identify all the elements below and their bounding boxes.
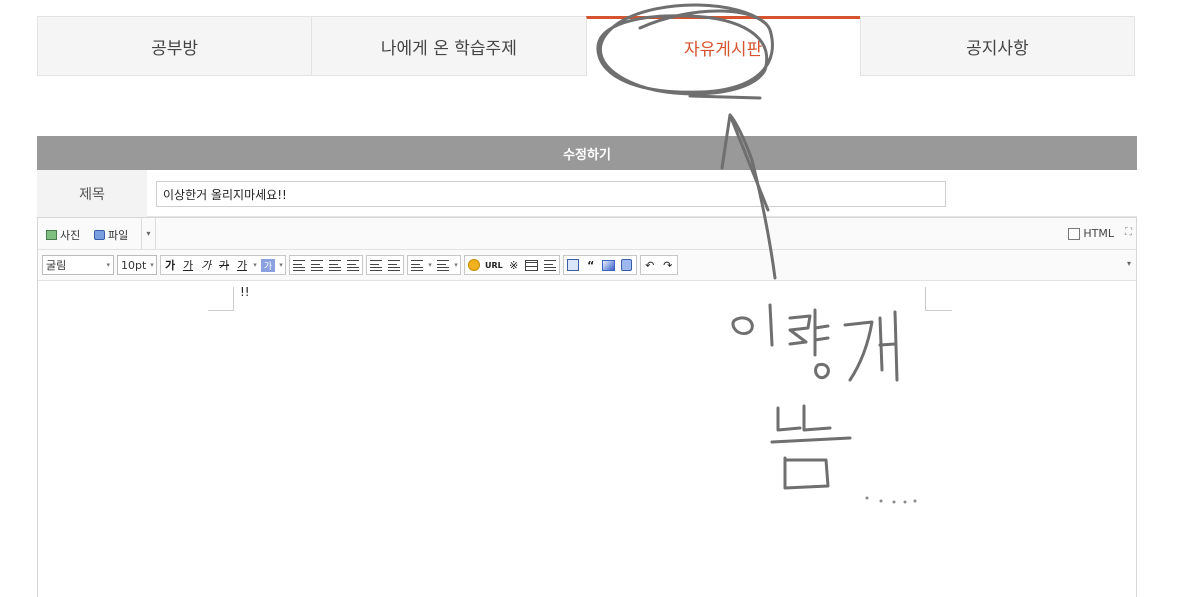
horizontal-rule-button[interactable]: [541, 256, 559, 274]
align-right-icon: [329, 259, 341, 271]
tab-free-board[interactable]: 자유게시판: [585, 16, 860, 76]
attach-toolbar: 사진 파일 ▾ HTML ⛶: [38, 218, 1136, 250]
template-button[interactable]: [618, 256, 636, 274]
html-mode-toggle[interactable]: HTML: [1068, 227, 1114, 240]
board-tabs: 공부방 나에게 온 학습주제 자유게시판 공지사항: [37, 16, 1135, 76]
text-box-icon: [566, 259, 579, 271]
indent-icon: [370, 259, 382, 271]
table-button[interactable]: [523, 256, 541, 274]
template-icon: [621, 259, 633, 271]
crop-mark-right: [925, 287, 952, 311]
background-button[interactable]: [600, 256, 618, 274]
attach-file-button[interactable]: 파일: [94, 227, 128, 243]
list-icon: [437, 259, 449, 271]
indent-button[interactable]: [367, 256, 385, 274]
font-family-value: 굴림: [46, 259, 67, 272]
font-color-button[interactable]: 가: [233, 256, 251, 274]
rich-text-editor: 사진 파일 ▾ HTML ⛶ 굴림 ▾ 10pt ▾ 가 가 가 가 가 ▾ 가 ▾: [37, 217, 1137, 597]
attach-photo-button[interactable]: 사진: [46, 227, 80, 243]
font-size-select[interactable]: 10pt ▾: [117, 255, 157, 275]
crop-mark-left: [208, 287, 234, 311]
horizontal-rule-icon: [543, 259, 556, 271]
outdent-icon: [388, 259, 400, 271]
font-size-value: 10pt: [121, 258, 147, 272]
attach-photo-label: 사진: [60, 229, 81, 242]
edit-header-label: 수정하기: [563, 147, 611, 163]
edit-header: 수정하기: [37, 136, 1137, 170]
insert-group: URL ※: [464, 255, 560, 275]
bg-color-dropdown[interactable]: ▾: [277, 261, 285, 269]
align-center-button[interactable]: [308, 256, 326, 274]
align-justify-icon: [347, 259, 359, 271]
align-center-icon: [311, 259, 323, 271]
misc-group: “: [562, 255, 637, 275]
attach-file-label: 파일: [108, 229, 129, 242]
background-icon: [602, 259, 616, 271]
align-right-button[interactable]: [326, 256, 344, 274]
expand-icon[interactable]: ⛶: [1125, 227, 1132, 238]
text-style-group: 가 가 가 가 가 ▾ 가 ▾: [160, 255, 286, 275]
html-label: HTML: [1083, 227, 1114, 240]
bg-color-icon: 가: [261, 258, 275, 272]
indent-group: [366, 255, 404, 275]
title-label: 제목: [37, 170, 147, 217]
toolbar-more-dropdown[interactable]: ▾: [1127, 259, 1131, 268]
title-row: 제목: [37, 170, 1137, 217]
strikethrough-button[interactable]: 가: [215, 256, 233, 274]
tab-study-room[interactable]: 공부방: [37, 16, 312, 76]
list-dropdown[interactable]: ▾: [452, 261, 460, 269]
bg-color-button[interactable]: 가: [259, 256, 277, 274]
title-input[interactable]: [156, 181, 946, 207]
text-box-button[interactable]: [564, 256, 582, 274]
bold-button[interactable]: 가: [161, 256, 179, 274]
line-height-button[interactable]: [408, 256, 426, 274]
align-justify-button[interactable]: [344, 256, 362, 274]
special-char-button[interactable]: ※: [505, 256, 523, 274]
outdent-button[interactable]: [385, 256, 403, 274]
editor-content-area[interactable]: !!: [38, 281, 1136, 597]
table-icon: [525, 259, 539, 271]
html-checkbox[interactable]: [1068, 227, 1081, 240]
line-height-dropdown[interactable]: ▾: [426, 261, 434, 269]
list-button[interactable]: [434, 256, 452, 274]
file-icon: [94, 230, 105, 240]
align-left-icon: [293, 259, 305, 271]
emoticon-button[interactable]: [465, 256, 483, 274]
url-button[interactable]: URL: [483, 256, 505, 274]
scribble-underline: [688, 94, 762, 100]
redo-button[interactable]: ↷: [659, 256, 677, 274]
italic-button[interactable]: 가: [197, 256, 215, 274]
quote-button[interactable]: “: [582, 256, 600, 274]
spacing-list-group: ▾ ▾: [407, 255, 461, 275]
tab-notice[interactable]: 공지사항: [859, 16, 1135, 76]
attach-more-dropdown[interactable]: ▾: [141, 218, 156, 249]
url-label: URL: [485, 260, 503, 270]
format-toolbar: 굴림 ▾ 10pt ▾ 가 가 가 가 가 ▾ 가 ▾ ▾ ▾ URL ※ “ …: [38, 250, 1136, 281]
line-height-icon: [411, 259, 423, 271]
align-group: [289, 255, 363, 275]
smiley-icon: [468, 259, 480, 271]
font-color-dropdown[interactable]: ▾: [251, 261, 259, 269]
align-left-button[interactable]: [290, 256, 308, 274]
undo-button[interactable]: ↶: [641, 256, 659, 274]
photo-icon: [46, 230, 57, 240]
tab-my-topics[interactable]: 나에게 온 학습주제: [311, 16, 586, 76]
history-group: ↶ ↷: [639, 255, 678, 275]
font-family-select[interactable]: 굴림 ▾: [42, 255, 114, 275]
editor-body-text: !!: [240, 285, 250, 299]
underline-button[interactable]: 가: [179, 256, 197, 274]
